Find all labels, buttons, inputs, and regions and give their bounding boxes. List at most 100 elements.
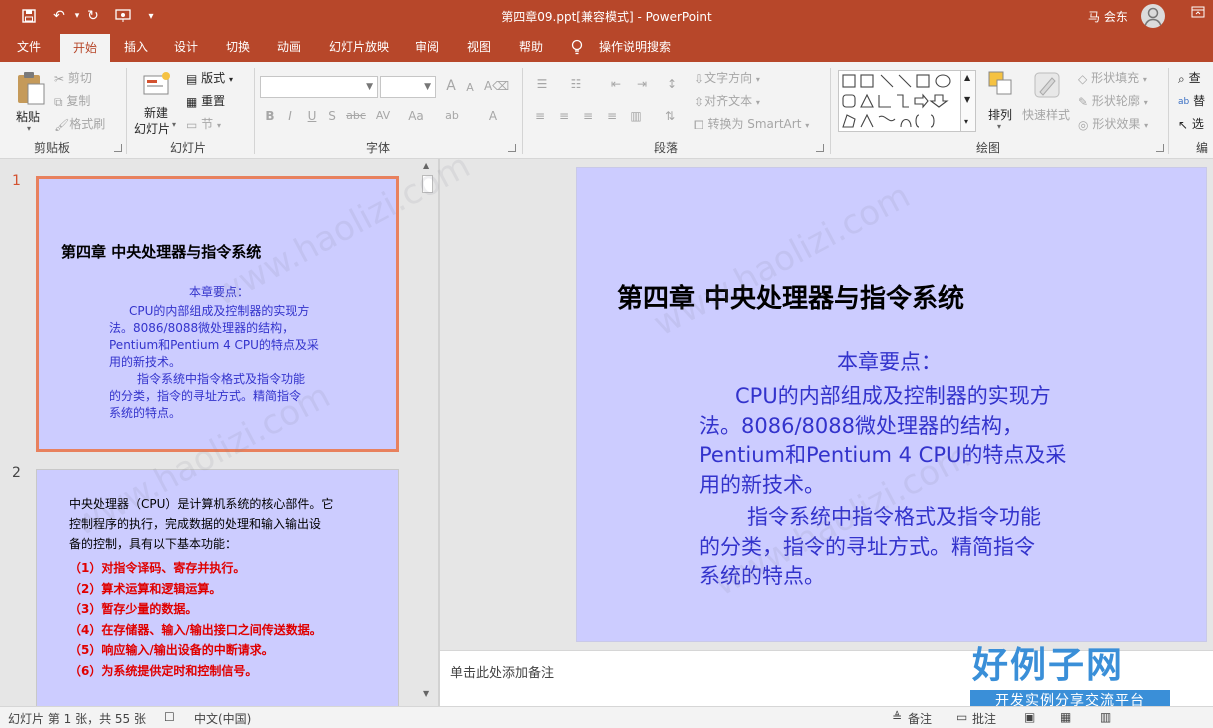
tell-me-search[interactable]: 操作说明搜索 [592, 32, 678, 62]
format-painter-button[interactable]: 🖌格式刷 [54, 114, 105, 134]
shapes-gallery[interactable] [838, 70, 962, 132]
user-avatar-icon[interactable] [1141, 4, 1165, 28]
notes-toggle[interactable]: 备注 [908, 710, 932, 727]
arrange-dropdown-icon[interactable]: ▾ [997, 122, 1001, 131]
section-button[interactable]: ▭ 节 ▾ [186, 114, 221, 134]
arrange-button[interactable]: 排列 ▾ [984, 68, 1018, 134]
tab-insert[interactable]: 插入 [114, 32, 158, 62]
chevron-down-icon: ▼ [366, 82, 373, 92]
tab-animations[interactable]: 动画 [266, 32, 312, 62]
notes-toggle-icon[interactable]: ≜ [892, 710, 902, 724]
change-case-button[interactable]: Aa [402, 106, 430, 126]
select-button[interactable]: ↖ 选 [1178, 114, 1204, 134]
clear-formatting-icon[interactable]: A⌫ [484, 76, 509, 96]
font-color-button[interactable]: A [482, 106, 504, 126]
user-name[interactable]: 马 会东 [1088, 8, 1128, 25]
highlight-button[interactable]: ab [440, 106, 464, 126]
slide-thumbnail-2[interactable]: 中央处理器（CPU）是计算机系统的核心部件。它 控制程序的执行，完成数据的处理和… [36, 469, 399, 706]
slide-subtitle[interactable]: 本章要点： [837, 346, 942, 376]
text-direction-small-icon[interactable]: ⇅ [660, 106, 680, 126]
language-indicator[interactable]: 中文(中国) [194, 710, 251, 727]
tab-file[interactable]: 文件 [8, 32, 50, 62]
increase-indent-icon[interactable]: ⇥ [630, 74, 654, 94]
new-slide-button[interactable]: 新建 幻灯片 ▾ [132, 68, 180, 136]
normal-view-icon[interactable]: ▣ [1024, 710, 1035, 724]
line-spacing-icon[interactable]: ↕ [662, 74, 682, 94]
reset-button[interactable]: ▦ 重置 [186, 91, 225, 111]
scroll-up-icon[interactable]: ▲ [423, 161, 429, 170]
replace-button[interactable]: ab 替 [1178, 91, 1205, 111]
italic-button[interactable]: I [282, 106, 298, 126]
slide-body[interactable]: CPU的内部组成及控制器的实现方 法。8086/8088微处理器的结构， Pen… [699, 382, 1066, 592]
convert-smartart-button[interactable]: ⧠ 转换为 SmartArt ▾ [694, 114, 809, 134]
comments-icon[interactable]: ▭ [956, 710, 967, 724]
ribbon-tab-bar: 文件 开始 插入 设计 切换 动画 幻灯片放映 审阅 视图 帮助 操作说明搜索 [0, 32, 1213, 62]
grow-font-button[interactable]: A [442, 76, 460, 96]
justify-icon[interactable]: ≡ [602, 106, 622, 126]
thumb-line: 法。8086/8088微处理器的结构， [109, 321, 295, 335]
slide-line: 系统的特点。 [699, 564, 825, 588]
shape-outline-button[interactable]: ✎ 形状轮廓 ▾ [1078, 91, 1148, 111]
new-slide-dropdown-icon[interactable]: ▾ [172, 120, 176, 129]
slide-counter[interactable]: 幻灯片 第 1 张，共 55 张 [8, 710, 146, 727]
paragraph-launcher-icon[interactable] [816, 144, 824, 152]
accessibility-icon[interactable]: ☐ [164, 710, 175, 724]
drawing-launcher-icon[interactable] [1156, 144, 1164, 152]
thumbnails-scrollbar[interactable]: ▲ ▼ [419, 159, 436, 706]
reading-view-icon[interactable]: ▥ [1100, 710, 1111, 724]
find-button[interactable]: ⌕ 查 [1178, 68, 1201, 88]
slide-sorter-icon[interactable]: ▦ [1060, 710, 1071, 724]
align-text-button[interactable]: ⇳对齐文本 ▾ [694, 91, 760, 111]
clipboard-launcher-icon[interactable] [114, 144, 122, 152]
tab-view[interactable]: 视图 [456, 32, 502, 62]
slide-title[interactable]: 第四章 中央处理器与指令系统 [617, 278, 964, 315]
character-spacing-button[interactable]: AV [370, 106, 396, 126]
tab-help[interactable]: 帮助 [508, 32, 554, 62]
current-slide[interactable]: 第四章 中央处理器与指令系统 本章要点： CPU的内部组成及控制器的实现方 法。… [576, 167, 1207, 642]
shapes-gallery-scroll[interactable]: ▲ ▼ ▾ [960, 70, 976, 132]
cut-button[interactable]: ✂ 剪切 [54, 68, 92, 88]
tab-transitions[interactable]: 切换 [216, 32, 260, 62]
group-label-font: 字体 [366, 141, 391, 155]
scroll-down-icon[interactable]: ▼ [423, 689, 429, 698]
bold-button[interactable]: B [262, 106, 278, 126]
align-left-icon[interactable]: ≡ [530, 106, 550, 126]
tab-review[interactable]: 审阅 [404, 32, 450, 62]
scrollbar-thumb[interactable] [422, 175, 433, 193]
tab-design[interactable]: 设计 [164, 32, 208, 62]
paste-button[interactable]: 粘贴 ▾ [10, 68, 50, 134]
bullets-icon[interactable]: ☰ [530, 74, 554, 94]
ribbon-display-options-icon[interactable] [1188, 6, 1208, 26]
tab-slideshow[interactable]: 幻灯片放映 [322, 32, 396, 62]
tab-home[interactable]: 开始 [60, 34, 110, 62]
text-direction-button[interactable]: ⇩文字方向 ▾ [694, 68, 760, 88]
underline-button[interactable]: U [304, 106, 320, 126]
pen-icon: ✎ [1078, 94, 1089, 109]
decrease-indent-icon[interactable]: ⇤ [604, 74, 628, 94]
align-right-icon[interactable]: ≡ [578, 106, 598, 126]
align-center-icon[interactable]: ≡ [554, 106, 574, 126]
layout-button[interactable]: ▤ 版式 ▾ [186, 68, 233, 88]
slide-thumbnail-1[interactable]: 第四章 中央处理器与指令系统 本章要点： CPU的内部组成及控制器的实现方 法。… [36, 176, 399, 452]
notes-placeholder[interactable]: 单击此处添加备注 [450, 662, 554, 681]
shape-fill-button[interactable]: ◇ 形状填充 ▾ [1078, 68, 1147, 88]
replace-icon: ab [1178, 96, 1190, 107]
font-name-combobox[interactable]: ▼ [260, 76, 378, 98]
replace-label: 替 [1193, 94, 1206, 108]
shadow-text-button[interactable]: S [324, 106, 340, 126]
paste-dropdown-icon[interactable]: ▾ [27, 124, 31, 133]
copy-button[interactable]: ⧉ 复制 [54, 91, 90, 111]
font-launcher-icon[interactable] [508, 144, 516, 152]
layout-label: 版式 [201, 71, 226, 85]
font-size-combobox[interactable]: ▼ [380, 76, 436, 98]
reset-label: 重置 [201, 94, 226, 108]
shrink-font-button[interactable]: A [462, 78, 478, 98]
columns-icon[interactable]: ▥ [626, 106, 646, 126]
comments-toggle[interactable]: 批注 [972, 710, 996, 727]
strikethrough-button[interactable]: abc [344, 106, 368, 126]
numbering-icon[interactable]: ☷ [564, 74, 588, 94]
shape-effects-button[interactable]: ◎ 形状效果 ▾ [1078, 114, 1148, 134]
slide-line: Pentium和Pentium 4 CPU的特点及采 [699, 443, 1067, 467]
quick-styles-button[interactable]: 快速样式 [1022, 68, 1072, 134]
arrange-label: 排列 [988, 108, 1013, 122]
